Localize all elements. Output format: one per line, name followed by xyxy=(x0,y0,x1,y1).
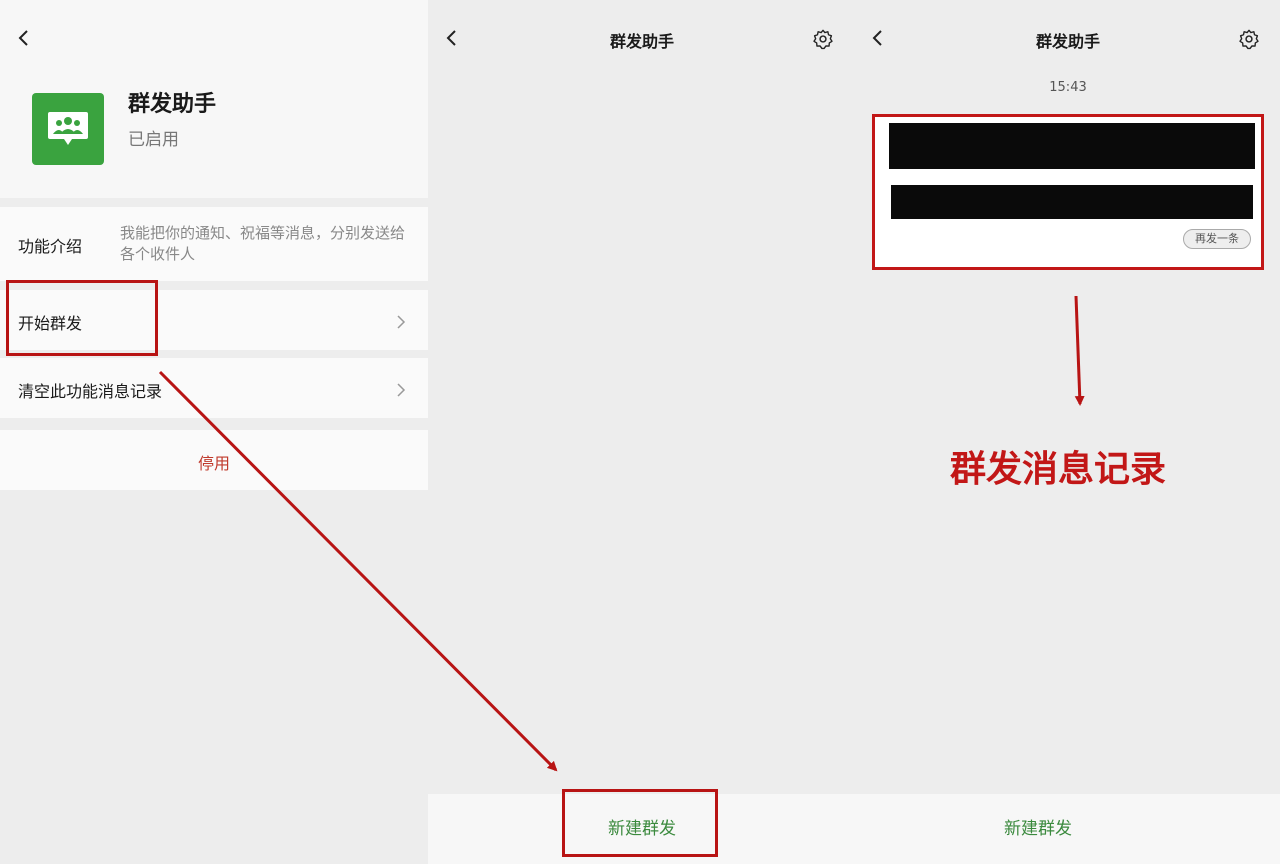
gear-icon[interactable] xyxy=(812,28,834,50)
nav-title: 群发助手 xyxy=(609,32,674,51)
disable-row[interactable]: 停用 xyxy=(0,430,428,490)
app-header: 群发助手 已启用 xyxy=(0,0,428,198)
highlight-new-broadcast xyxy=(562,789,718,857)
broadcast-history-panel: 群发助手 15:43 再发一条 群发消息记录 新建群发 xyxy=(856,0,1280,864)
annotation-label: 群发消息记录 xyxy=(949,449,1166,490)
gear-icon[interactable] xyxy=(1238,28,1260,50)
broadcast-app-icon xyxy=(32,93,104,165)
broadcast-empty-panel: 群发助手 新建群发 xyxy=(428,0,856,864)
chevron-right-icon xyxy=(396,315,406,329)
redacted-text xyxy=(889,123,1255,169)
broadcast-message-card[interactable]: 再发一条 xyxy=(872,114,1264,270)
app-status: 已启用 xyxy=(128,130,179,150)
feature-intro-row: 功能介绍 我能把你的通知、祝福等消息，分别发送给各个收件人 xyxy=(0,207,428,281)
nav-title: 群发助手 xyxy=(1035,32,1100,51)
resend-button[interactable]: 再发一条 xyxy=(1183,229,1251,249)
clear-history-label: 清空此功能消息记录 xyxy=(18,382,163,401)
highlight-start-broadcast xyxy=(6,280,158,356)
disable-button[interactable]: 停用 xyxy=(0,450,428,474)
app-detail-panel: 群发助手 已启用 功能介绍 我能把你的通知、祝福等消息，分别发送给各个收件人 开… xyxy=(0,0,428,864)
clear-history-row[interactable]: 清空此功能消息记录 xyxy=(0,358,428,418)
feature-intro-label: 功能介绍 xyxy=(18,237,83,256)
redacted-text xyxy=(891,185,1253,219)
chevron-right-icon xyxy=(396,383,406,397)
message-timestamp: 15:43 xyxy=(1049,80,1087,95)
app-title: 群发助手 xyxy=(128,92,217,117)
bottom-bar: 新建群发 xyxy=(856,794,1280,864)
new-broadcast-button[interactable]: 新建群发 xyxy=(856,814,1250,839)
feature-intro-desc: 我能把你的通知、祝福等消息，分别发送给各个收件人 xyxy=(120,224,406,263)
back-arrow-icon[interactable] xyxy=(14,28,34,48)
